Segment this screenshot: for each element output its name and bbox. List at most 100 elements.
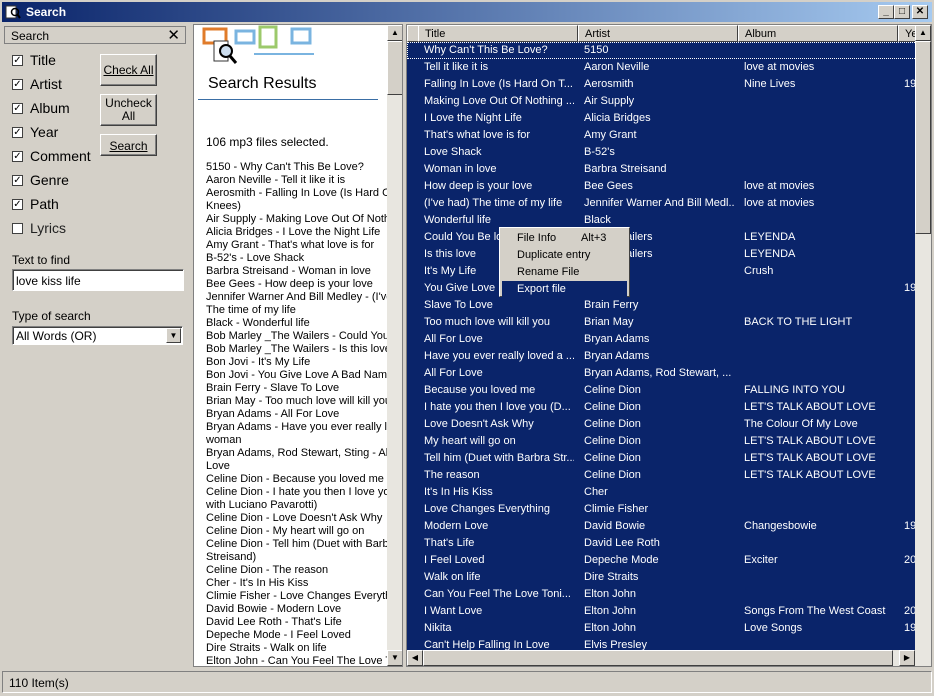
table-row[interactable]: My heart will go on Celine Dion LET'S TALK… — [407, 433, 917, 450]
table-row[interactable]: Can You Feel The Love Toni... Elton John — [407, 586, 917, 603]
menu-item-label: Rename File — [517, 266, 580, 278]
scroll-down-icon[interactable]: ▼ — [387, 650, 402, 666]
panel-close-icon[interactable]: ✕ — [167, 26, 180, 44]
table-row[interactable]: I Want Love Elton John Songs From The West… — [407, 603, 917, 620]
type-of-search-select[interactable]: All Words (OR) ▼ — [12, 326, 183, 345]
cell-artist: Brain Ferry — [584, 299, 639, 311]
table-row[interactable]: Because you loved me Celine Dion FALLING I… — [407, 382, 917, 399]
close-button[interactable]: ✕ — [912, 5, 928, 19]
cell-artist: Black — [584, 214, 611, 226]
cell-artist: Dire Straits — [584, 571, 639, 583]
table-row[interactable]: That's Life David Lee Roth — [407, 535, 917, 552]
table-row[interactable]: All For Love Bryan Adams — [407, 331, 917, 348]
list-header: Title Artist Album Ye — [407, 25, 928, 42]
checkbox-box[interactable]: ✓ — [12, 103, 23, 114]
checkbox-box[interactable]: ✓ — [12, 55, 23, 66]
checkbox-box[interactable]: ✓ — [12, 127, 23, 138]
table-row[interactable]: I Feel Loved Depeche Mode Exciter 20 — [407, 552, 917, 569]
table-row[interactable]: It's My Life Crush — [407, 263, 917, 280]
maximize-button[interactable]: □ — [894, 5, 910, 19]
search-button[interactable]: Search — [100, 134, 157, 156]
menu-item-export-file[interactable]: Export file — [502, 281, 627, 298]
list-item: Barbra Streisand - Woman in love — [206, 265, 371, 277]
title-underline — [198, 99, 378, 100]
check-all-button[interactable]: Check All — [100, 54, 157, 86]
minimize-button[interactable]: _ — [878, 5, 894, 19]
scroll-right-icon[interactable]: ▶ — [899, 650, 915, 666]
cell-album: BACK TO THE LIGHT — [744, 316, 853, 328]
search-app-icon — [5, 5, 21, 19]
list-horizontal-scrollbar[interactable]: ◀ ▶ — [407, 650, 931, 666]
table-row[interactable]: Slave To Love Brain Ferry — [407, 297, 917, 314]
table-row[interactable]: Love Changes Everything Climie Fisher — [407, 501, 917, 518]
table-row[interactable]: Have you ever really loved a ... Bryan Ad… — [407, 348, 917, 365]
table-row[interactable]: Could You Be lo& The WailersLEYENDA — [407, 229, 917, 246]
search-results-panel: Search Results 106 mp3 files selected. 5… — [193, 24, 403, 667]
cell-artist: Depeche Mode — [584, 554, 659, 566]
checkbox-box[interactable]: ✓ — [12, 151, 23, 162]
cell-artist: Celine Dion — [584, 418, 641, 430]
cell-artist: B-52's — [584, 146, 615, 158]
table-row[interactable]: Why Can't This Be Love? 5150 — [407, 42, 917, 59]
scroll-thumb[interactable] — [387, 41, 402, 95]
table-row[interactable]: Falling In Love (Is Hard On T... Aerosmit… — [407, 76, 917, 93]
table-row[interactable]: Tell it like it is Aaron Neville love at m… — [407, 59, 917, 76]
list-item: Aerosmith - Falling In Love (Is Hard On — [206, 187, 392, 199]
scroll-up-icon[interactable]: ▲ — [915, 25, 931, 41]
table-row[interactable]: Modern Love David Bowie Changesbowie 19 — [407, 518, 917, 535]
table-row[interactable]: (I've had) The time of my life Jennifer W… — [407, 195, 917, 212]
list-item: Celine Dion - My heart will go on — [206, 525, 365, 537]
table-row[interactable]: Is this love& The WailersLEYENDA — [407, 246, 917, 263]
text-to-find-input[interactable]: love kiss life — [12, 269, 184, 291]
table-row[interactable]: I Love the Night Life Alicia Bridges — [407, 110, 917, 127]
list-item: Celine Dion - I hate you then I love you — [206, 486, 392, 498]
menu-item-duplicate-entry[interactable]: Duplicate entry — [502, 247, 627, 264]
table-row[interactable]: Love Shack B-52's — [407, 144, 917, 161]
cell-artist: Brian May — [584, 316, 634, 328]
list-item: Bee Gees - How deep is your love — [206, 278, 373, 290]
cell-artist: Celine Dion — [584, 401, 641, 413]
list-item: Elton John - Can You Feel The Love T — [206, 655, 392, 667]
menu-item-file-info[interactable]: File Info Alt+3 — [502, 230, 627, 247]
table-row[interactable]: I hate you then I love you (D... Celine D… — [407, 399, 917, 416]
cell-artist: Bee Gees — [584, 180, 633, 192]
checkbox-box[interactable]: ✓ — [12, 79, 23, 90]
cell-title: (I've had) The time of my life — [424, 197, 563, 209]
checkbox-box[interactable]: ✓ — [12, 199, 23, 210]
table-row[interactable]: Making Love Out Of Nothing ... Air Supply — [407, 93, 917, 110]
menu-item-rename-file[interactable]: Rename File — [502, 264, 627, 281]
checkbox-box[interactable] — [12, 223, 23, 234]
table-row[interactable]: The reason Celine Dion LET'S TALK ABOUT LO… — [407, 467, 917, 484]
table-row[interactable]: All For Love Bryan Adams, Rod Stewart, ..… — [407, 365, 917, 382]
table-row[interactable]: Nikita Elton John Love Songs 19 — [407, 620, 917, 637]
table-row[interactable]: Walk on life Dire Straits — [407, 569, 917, 586]
results-scrollbar[interactable]: ▲ ▼ — [387, 25, 402, 666]
table-row[interactable]: Too much love will kill you Brian May BACK… — [407, 314, 917, 331]
table-row[interactable]: Love Doesn't Ask Why Celine Dion The Colou… — [407, 416, 917, 433]
scroll-left-icon[interactable]: ◀ — [407, 650, 423, 666]
cell-title: Love Changes Everything — [424, 503, 550, 515]
table-row[interactable]: Wonderful life Black — [407, 212, 917, 229]
scroll-thumb[interactable] — [915, 41, 931, 234]
list-item: 5150 - Why Can't This Be Love? — [206, 161, 364, 173]
column-header-album[interactable]: Album — [738, 25, 898, 42]
cell-artist: Elton John — [584, 588, 636, 600]
uncheck-all-button[interactable]: Uncheck All — [100, 94, 157, 126]
table-row[interactable]: You Give Love 19 — [407, 280, 917, 297]
title-bar[interactable]: Search _ □ ✕ — [2, 2, 932, 22]
search-results-banner-icon — [202, 25, 314, 64]
table-row[interactable]: That's what love is for Amy Grant — [407, 127, 917, 144]
scroll-up-icon[interactable]: ▲ — [387, 25, 402, 41]
column-header-artist[interactable]: Artist — [578, 25, 738, 42]
table-row[interactable]: Woman in love Barbra Streisand — [407, 161, 917, 178]
list-item: Depeche Mode - I Feel Loved — [206, 629, 351, 641]
table-row[interactable]: It's In His Kiss Cher — [407, 484, 917, 501]
column-header-title[interactable]: Title — [418, 25, 578, 42]
table-row[interactable]: Tell him (Duet with Barbra Str... Celine … — [407, 450, 917, 467]
scroll-thumb[interactable] — [423, 650, 893, 666]
uncheck-all-label-line2: All — [121, 109, 136, 123]
checkbox-box[interactable]: ✓ — [12, 175, 23, 186]
list-vertical-scrollbar[interactable]: ▲ — [915, 25, 931, 650]
chevron-down-icon[interactable]: ▼ — [166, 328, 181, 343]
table-row[interactable]: How deep is your love Bee Gees love at mov… — [407, 178, 917, 195]
